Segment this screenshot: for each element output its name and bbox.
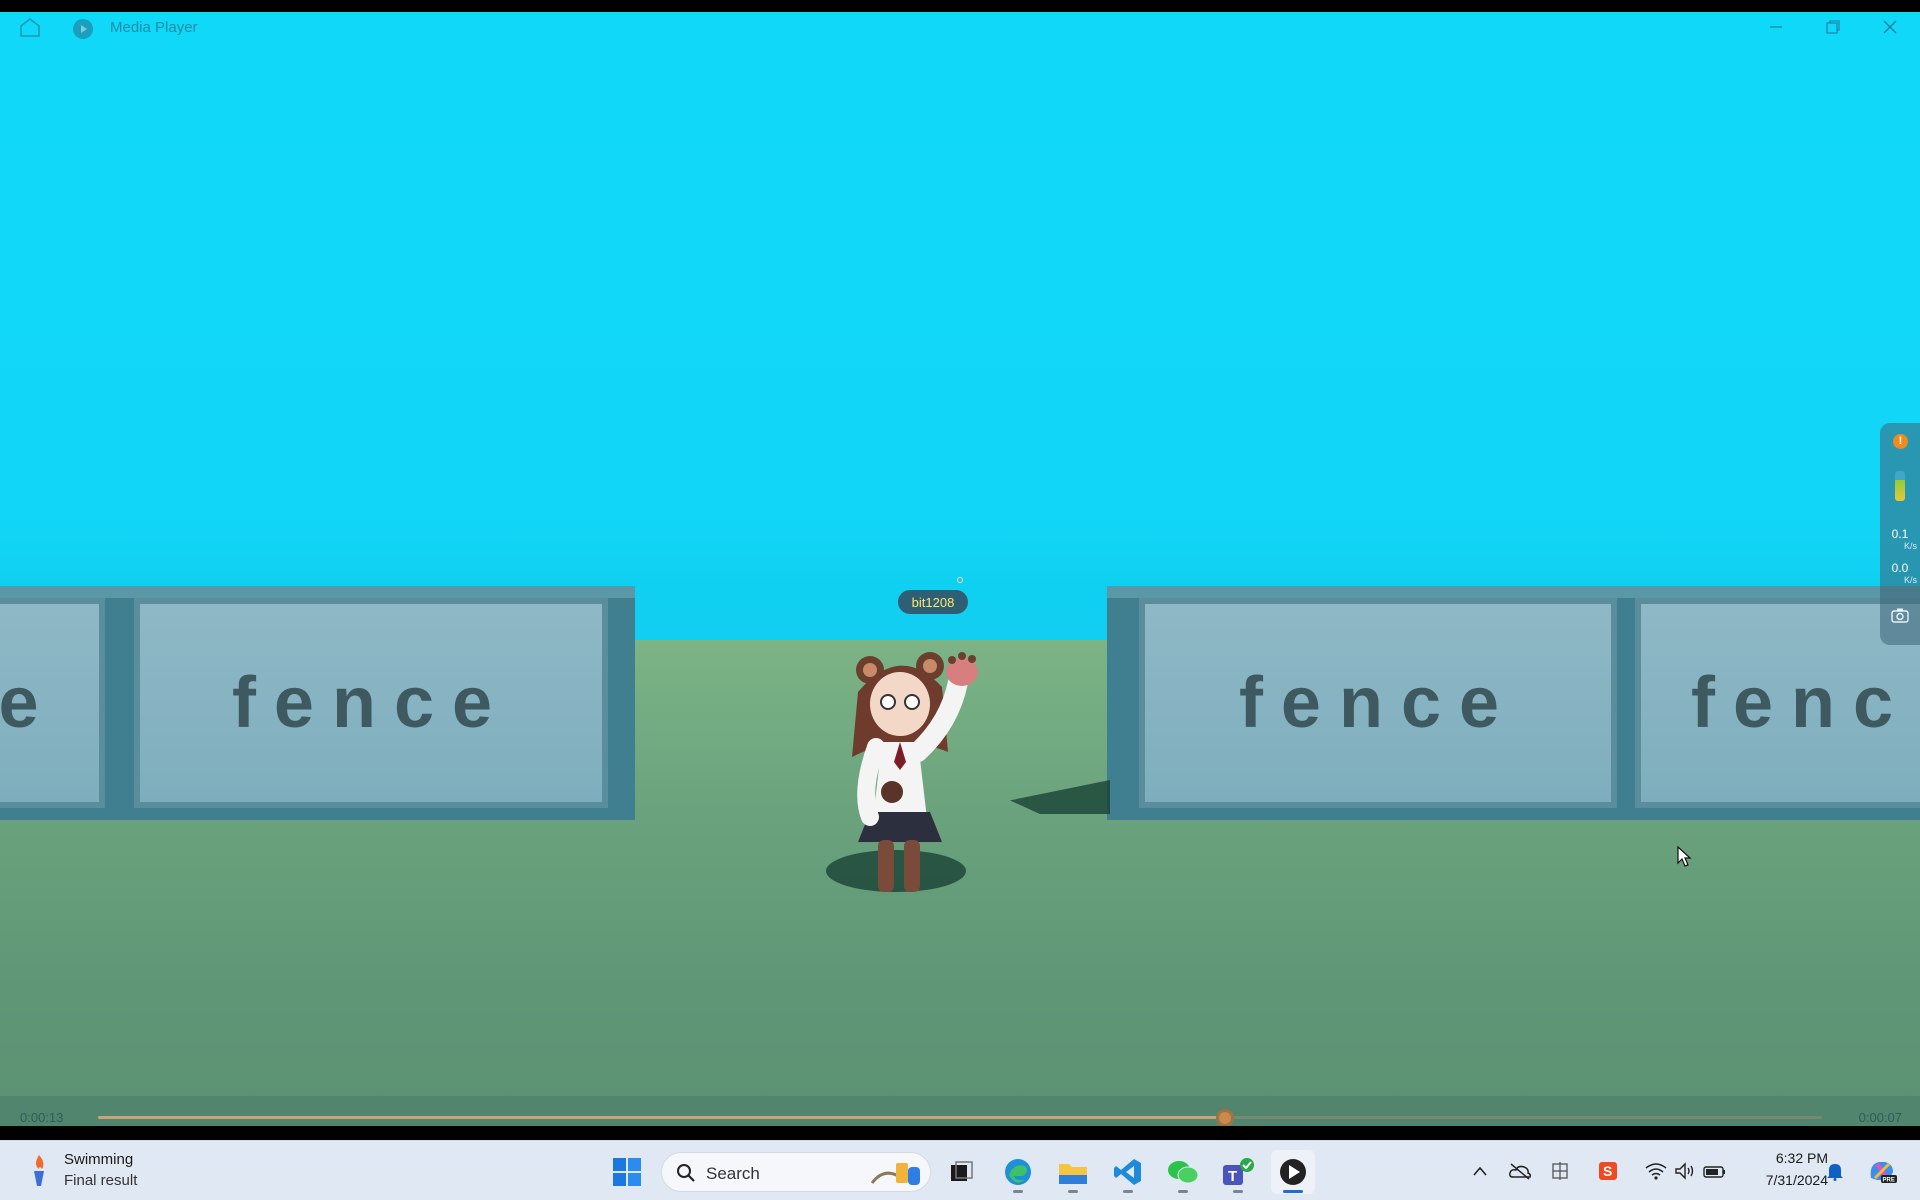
edge-button[interactable]: [996, 1150, 1040, 1194]
upload-value: 0.1: [1891, 527, 1909, 541]
restore-button[interactable]: [1813, 14, 1853, 40]
start-icon: [613, 1158, 641, 1186]
widget-subtitle[interactable]: Final result: [64, 1172, 137, 1189]
chevron-up-icon: [1473, 1166, 1487, 1176]
running-indicator: [1013, 1190, 1023, 1193]
camera-icon[interactable]: [1891, 607, 1909, 623]
svg-text:S: S: [1603, 1163, 1612, 1179]
download-value: 0.0: [1891, 561, 1909, 575]
svg-text:PRE: PRE: [1883, 1178, 1895, 1184]
file-explorer-icon: [1059, 1164, 1087, 1184]
fence-panel: fence: [1139, 598, 1617, 808]
fence-wall-left: e fence: [0, 586, 635, 820]
player-name-tag: bit1208: [898, 590, 968, 614]
close-button[interactable]: [1870, 14, 1910, 40]
fence-panel: fenc: [1635, 598, 1920, 808]
teams-icon: T: [1223, 1158, 1254, 1185]
wifi-button[interactable]: [1644, 1157, 1668, 1185]
search-icon: [677, 1164, 695, 1182]
running-indicator: [1068, 1190, 1078, 1193]
clock-date[interactable]: 7/31/2024: [1740, 1172, 1828, 1188]
battery-icon: [1703, 1166, 1725, 1178]
edge-icon: [1005, 1159, 1031, 1185]
start-button[interactable]: [605, 1150, 649, 1194]
window-title: Media Player: [110, 19, 198, 36]
volume-button[interactable]: [1673, 1157, 1697, 1185]
media-player-icon: [1280, 1159, 1306, 1185]
close-icon: [1883, 20, 1897, 34]
task-view-icon: [951, 1161, 973, 1181]
usage-gauge: [1895, 471, 1905, 501]
elapsed-time: 0:00:13: [20, 1110, 64, 1125]
ime-button[interactable]: [1548, 1157, 1572, 1185]
minimize-button[interactable]: [1756, 14, 1796, 40]
widget-title[interactable]: Swimming: [64, 1151, 133, 1168]
minimize-icon: [1770, 26, 1782, 28]
copilot-icon: PRE: [1870, 1162, 1897, 1184]
teams-button[interactable]: T: [1216, 1150, 1260, 1194]
seek-thumb[interactable]: [1216, 1109, 1235, 1126]
file-explorer-button[interactable]: [1051, 1150, 1095, 1194]
clock-time[interactable]: 6:32 PM: [1758, 1150, 1828, 1166]
wechat-button[interactable]: [1161, 1150, 1205, 1194]
battery-button[interactable]: [1703, 1157, 1727, 1185]
svg-text:T: T: [1228, 1168, 1237, 1185]
fence-panel: e: [0, 598, 105, 808]
media-player-window[interactable]: e fence fence fenc bit1208 Media Player …: [0, 12, 1920, 1126]
app-s-button[interactable]: S: [1596, 1157, 1620, 1185]
voice-indicator-icon: [957, 577, 963, 583]
app-s-icon: S: [1599, 1162, 1617, 1180]
fence-panel: fence: [134, 598, 608, 808]
show-hidden-icons-button[interactable]: [1468, 1157, 1492, 1185]
seek-bar-progress: [98, 1116, 1226, 1119]
media-player-button[interactable]: [1271, 1150, 1315, 1194]
vscode-icon: [1114, 1159, 1141, 1185]
fence-panel-text: fence: [1238, 663, 1518, 743]
wechat-icon: [1168, 1161, 1199, 1184]
onedrive-button[interactable]: [1508, 1157, 1532, 1185]
volume-icon: [1675, 1162, 1694, 1180]
wall-top-edge: [0, 586, 635, 598]
bear-girl-avatar: [852, 652, 978, 892]
fence-panel-text: fence: [231, 663, 511, 743]
taskbar: Swimming Final result Search T S 6:32 PM…: [0, 1140, 1920, 1200]
active-indicator: [1283, 1190, 1303, 1193]
seek-bar[interactable]: [98, 1109, 1822, 1126]
bell-icon: [1827, 1164, 1843, 1181]
running-indicator: [1123, 1190, 1133, 1193]
task-view-button[interactable]: [939, 1150, 983, 1194]
fence-panel-text: fenc: [1691, 663, 1912, 743]
onedrive-icon: [1509, 1163, 1531, 1180]
remaining-time: 0:00:07: [1858, 1110, 1902, 1125]
upload-unit: K/s: [1903, 541, 1917, 551]
fence-wall-right: fence fenc: [1107, 586, 1920, 820]
mouse-cursor-icon: [1677, 846, 1692, 867]
wifi-icon: [1645, 1163, 1667, 1180]
running-indicator: [1233, 1190, 1243, 1193]
title-bar: Media Player: [0, 12, 1920, 42]
fence-panel-text: e: [0, 663, 57, 743]
search-highlight-icon: [870, 1163, 920, 1185]
wall-top-edge: [1107, 586, 1920, 598]
download-unit: K/s: [1903, 575, 1917, 585]
notifications-button[interactable]: [1823, 1157, 1847, 1185]
search-placeholder: Search: [706, 1164, 760, 1183]
desktop-screen: e fence fence fenc bit1208 Media Player …: [0, 0, 1920, 1200]
playback-controls: 0:00:13 0:00:07: [0, 1096, 1920, 1126]
network-monitor-widget[interactable]: ! 0.1 K/s 0.0 K/s: [1880, 423, 1920, 645]
taskbar-search[interactable]: Search: [661, 1152, 931, 1192]
ime-icon: [1552, 1162, 1568, 1180]
warning-badge[interactable]: !: [1893, 434, 1908, 449]
restore-icon: [1826, 20, 1840, 34]
vscode-button[interactable]: [1106, 1150, 1150, 1194]
running-indicator: [1178, 1190, 1188, 1193]
media-player-app-icon: [73, 19, 93, 39]
home-icon[interactable]: [18, 16, 42, 38]
copilot-button[interactable]: PRE: [1865, 1157, 1899, 1185]
torch-icon[interactable]: [28, 1153, 50, 1187]
